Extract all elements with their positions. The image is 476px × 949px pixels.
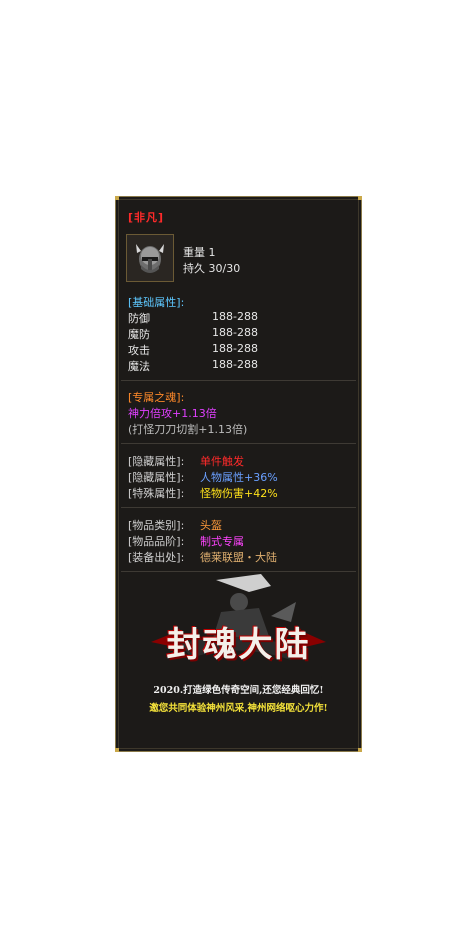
corner-ornament xyxy=(115,748,119,752)
hidden-attr-label: [隐藏属性]: xyxy=(128,471,185,484)
item-source-label: [装备出处]: xyxy=(128,551,185,564)
soul-heading: [专属之魂]: xyxy=(128,391,185,404)
corner-ornament xyxy=(358,748,362,752)
helmet-icon xyxy=(127,235,173,281)
soul-bonus-detail: (打怪刀刀切割+1.13倍) xyxy=(128,423,248,436)
hidden-attr-row: [隐藏属性]: 单件触发 xyxy=(128,453,244,469)
hidden-attr-value: 单件触发 xyxy=(200,455,244,468)
game-logo: 封魂大陆 xyxy=(166,625,311,665)
item-source-value: 德莱联盟・大陆 xyxy=(200,551,277,564)
attr-label: 魔防 xyxy=(128,328,150,341)
special-attr-row: [特殊属性]: 怪物伤害+42% xyxy=(128,485,278,501)
item-category-row: [物品类别]: 头盔 xyxy=(128,517,222,533)
item-grade-label: [物品品阶]: xyxy=(128,535,185,548)
item-icon-frame[interactable] xyxy=(126,234,174,282)
corner-ornament xyxy=(115,196,119,200)
attr-value: 188-288 xyxy=(212,326,258,339)
corner-ornament xyxy=(358,196,362,200)
divider xyxy=(121,507,356,508)
divider xyxy=(121,380,356,381)
item-category-label: [物品类别]: xyxy=(128,519,185,532)
attr-label: 防御 xyxy=(128,312,150,325)
promo-banner: 封魂大陆 2020.打造绿色传奇空间,还您经典回忆! 邀您共同体验神州风采,神州… xyxy=(121,572,356,722)
special-attr-label: [特殊属性]: xyxy=(128,487,185,500)
hidden-attr-label: [隐藏属性]: xyxy=(128,455,185,468)
soul-bonus: 神力倍攻+1.13倍 xyxy=(128,407,217,420)
item-category-value: 头盔 xyxy=(200,519,222,532)
promo-slogan: 2020.打造绿色传奇空间,还您经典回忆! xyxy=(153,685,324,696)
weight-stat: 重量 1 xyxy=(183,246,216,259)
item-source-row: [装备出处]: 德莱联盟・大陆 xyxy=(128,549,277,565)
attr-row: 防御 188-288 xyxy=(128,310,258,326)
promo-tagline: 邀您共同体验神州风采,神州网络呕心力作! xyxy=(149,703,328,714)
attr-value: 188-288 xyxy=(212,342,258,355)
base-attrs-heading: [基础属性]: xyxy=(128,296,185,309)
special-attr-value: 怪物伤害+42% xyxy=(200,487,278,500)
item-tooltip-panel: [非凡] 重量 1 持久 30/30 [基础属性]: 防御 188-288 魔防… xyxy=(115,196,362,752)
durability-stat: 持久 30/30 xyxy=(183,262,241,275)
attr-row: 魔法 188-288 xyxy=(128,358,258,374)
attr-label: 攻击 xyxy=(128,344,150,357)
item-grade-row: [物品品阶]: 制式专属 xyxy=(128,533,244,549)
item-grade-value: 制式专属 xyxy=(200,535,244,548)
attr-row: 魔防 188-288 xyxy=(128,326,258,342)
attr-value: 188-288 xyxy=(212,358,258,371)
hidden-attr-row: [隐藏属性]: 人物属性+36% xyxy=(128,469,278,485)
hidden-attr-value: 人物属性+36% xyxy=(200,471,278,484)
attr-label: 魔法 xyxy=(128,360,150,373)
attr-value: 188-288 xyxy=(212,310,258,323)
divider xyxy=(121,443,356,444)
item-name: [非凡] xyxy=(128,211,165,224)
attr-row: 攻击 188-288 xyxy=(128,342,258,358)
